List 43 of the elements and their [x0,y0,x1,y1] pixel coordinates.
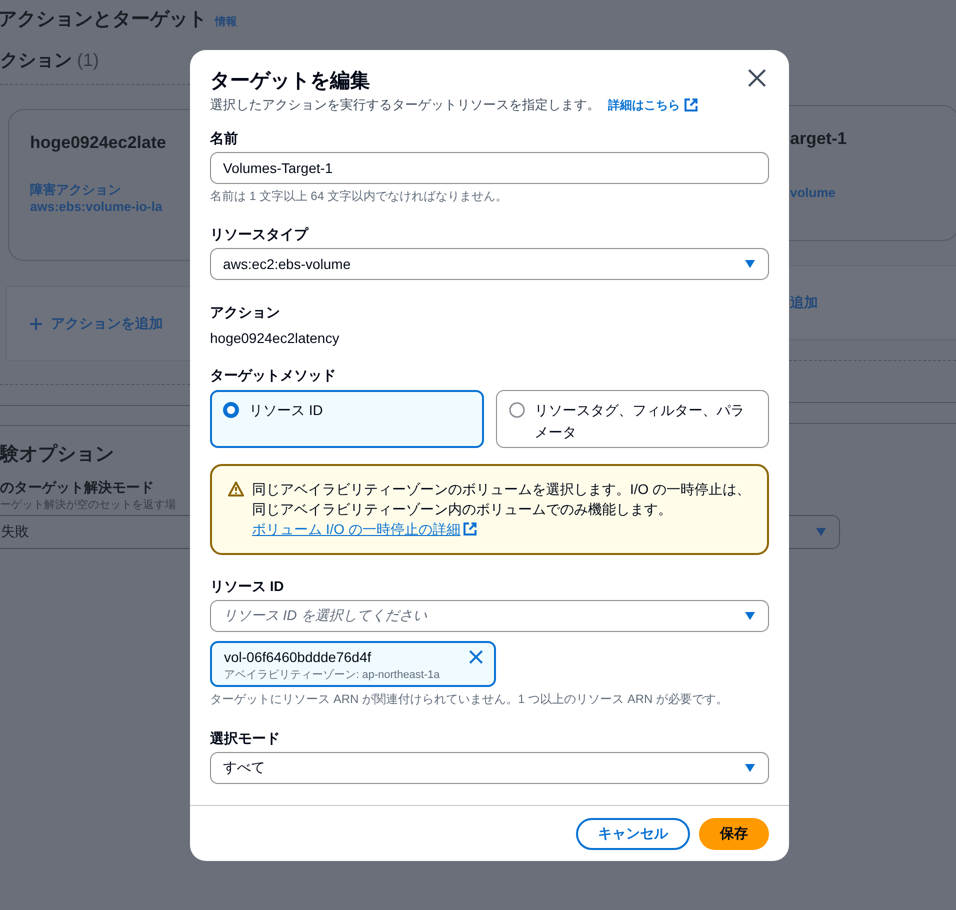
resolution-mode-label: のターゲット解決モード [0,479,155,497]
remove-icon[interactable] [468,649,484,665]
resource-type-select[interactable]: aws:ec2:ebs-volume [210,248,769,280]
caret-icon [744,611,756,621]
selection-mode-select[interactable]: すべて [210,752,769,784]
caret-icon [744,259,756,269]
target-name: arget-1 [790,129,848,149]
token-detail: アベイラビリティーゾーン: ap-northeast-1a [224,668,441,682]
learn-more-link[interactable]: 詳細はこちら [608,96,698,114]
target-method-option[interactable]: リソースタグ、フィルター、パラメータ [496,390,769,448]
actions-heading: クション [0,50,72,70]
radio-icon [223,402,239,418]
caret-icon [815,527,827,537]
warning-icon [228,481,244,497]
save-button[interactable]: 保存 [699,818,769,850]
target-resource-type: volume [790,185,837,200]
fault-action-value: aws:ebs:volume-io-la [30,199,164,214]
action-value: hoge0924ec2latency [210,330,340,346]
plus-icon [29,316,43,330]
target-method-option[interactable]: リソース ID [210,390,484,448]
external-link-icon [684,98,698,112]
token-id: vol-06f6460bddde76d4f [224,648,372,667]
alert-link[interactable]: ボリューム I/O の一時停止の詳細 [252,519,478,539]
external-link-icon [463,522,478,536]
fault-action-label: 障害アクション [30,181,122,199]
caret-icon [744,763,756,773]
field-label: 選択モード [210,729,281,748]
alert-text: 同じアベイラビリティーゾーンのボリュームを選択します。I/O の一時停止は、同じアベイラビリティーゾーン内のボリュームでのみ機能します。 ボリューム I/O の一時停止の詳細 [252,480,751,539]
radio-icon [508,402,524,418]
dialog-title: ターゲットを編集 [210,69,370,94]
field-hint: 名前は 1 文字以上 64 文字以内でなければなりません。 [210,188,508,204]
field-label: ターゲットメソッド [210,366,337,385]
field-label: リソース ID [210,577,285,596]
name-input[interactable]: Volumes-Target-1 [210,152,769,184]
field-label: アクション [210,303,281,322]
resource-id-select[interactable]: リソース ID を選択してください [210,600,769,632]
field-label: 名前 [210,129,239,148]
action-name: hoge0924ec2late [30,133,168,153]
close-icon[interactable] [747,68,767,88]
cancel-button[interactable]: キャンセル [576,818,690,850]
field-label: リソースタイプ [210,225,310,244]
dialog-description: 選択したアクションを実行するターゲットリソースを指定します。 [210,96,600,114]
field-hint: ターゲットにリソース ARN が関連付けられていません。1 つ以上のリソース ARN が必要です。 [210,691,730,707]
